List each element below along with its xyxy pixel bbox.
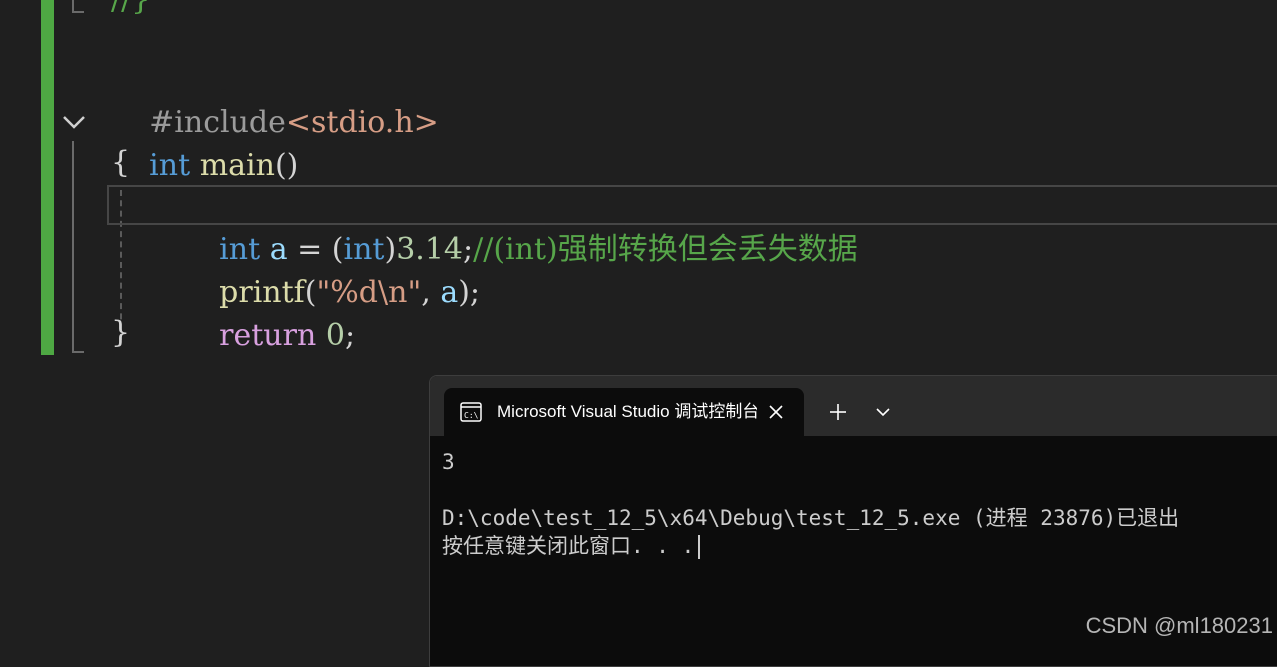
parens: () bbox=[274, 148, 299, 183]
keyword: int bbox=[149, 148, 191, 183]
paren-semicolon: ); bbox=[458, 275, 481, 310]
code-line-declaration: int a = (int)3.14;//(int)强制转换但会丢失数据 bbox=[181, 184, 858, 267]
function-name: main bbox=[199, 148, 275, 183]
text-cursor bbox=[698, 535, 701, 559]
tab-strip: C:\ Microsoft Visual Studio 调试控制台 bbox=[430, 376, 1277, 436]
svg-text:C:\: C:\ bbox=[464, 411, 479, 420]
number-literal: 0 bbox=[325, 318, 345, 353]
fold-region-end bbox=[72, 351, 84, 353]
include-header: <stdio.h> bbox=[285, 105, 439, 140]
tab-title: Microsoft Visual Studio 调试控制台 bbox=[497, 402, 757, 421]
control-keyword: return bbox=[219, 318, 317, 353]
code-line-partial-comment: //} bbox=[111, 0, 150, 22]
variable: a bbox=[440, 275, 459, 310]
semicolon: ; bbox=[344, 318, 356, 353]
close-icon[interactable] bbox=[764, 400, 788, 424]
line-comment: //(int)强制转换但会丢失数据 bbox=[473, 232, 858, 267]
code-line-open-brace: { bbox=[111, 145, 131, 180]
watermark: CSDN @ml180231 bbox=[1085, 613, 1273, 638]
plus-icon[interactable] bbox=[826, 400, 850, 424]
console-output-line: 3 bbox=[442, 450, 455, 474]
code-line-include: #include<stdio.h> bbox=[111, 57, 439, 140]
chevron-down-icon[interactable] bbox=[60, 108, 88, 136]
code-line-printf: printf("%d\n", a); bbox=[181, 227, 480, 310]
comma: , bbox=[421, 275, 441, 310]
tab-debug-console[interactable]: C:\ Microsoft Visual Studio 调试控制台 bbox=[444, 388, 804, 436]
console-prompt-text: 按任意键关闭此窗口. . . bbox=[442, 534, 695, 558]
console-icon: C:\ bbox=[460, 402, 482, 422]
code-line-main: int main() bbox=[111, 100, 298, 183]
console-output-line: D:\code\test_12_5\x64\Debug\test_12_5.ex… bbox=[442, 506, 1180, 530]
code-line-return: return 0; bbox=[181, 270, 355, 353]
outline-rail-end bbox=[72, 11, 84, 13]
code-line-close-brace: } bbox=[111, 315, 131, 350]
console-output-line: 按任意键关闭此窗口. . . bbox=[442, 532, 701, 560]
fold-region-rail bbox=[72, 141, 74, 353]
change-indicator-bar bbox=[41, 0, 54, 355]
chevron-down-icon[interactable] bbox=[872, 401, 894, 423]
